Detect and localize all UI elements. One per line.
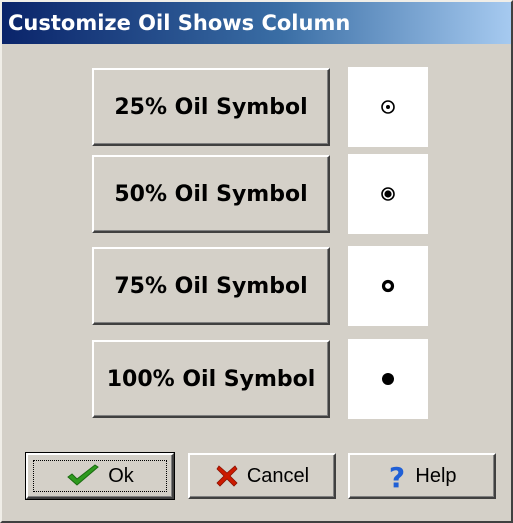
dialog-window: Customize Oil Shows Column 25% Oil Symbo… xyxy=(0,0,513,523)
oil-50-symbol-button[interactable]: 50% Oil Symbol xyxy=(92,155,330,233)
x-icon xyxy=(215,464,239,488)
oil-75-symbol-label: 75% Oil Symbol xyxy=(114,273,308,299)
oil-25-symbol-button[interactable]: 25% Oil Symbol xyxy=(92,68,330,146)
oil-75-symbol-button[interactable]: 75% Oil Symbol xyxy=(92,247,330,325)
dialog-title: Customize Oil Shows Column xyxy=(2,2,511,44)
filled-dot-in-ring-icon xyxy=(381,187,395,201)
ok-button[interactable]: Ok xyxy=(25,452,175,500)
oil-50-symbol-label: 50% Oil Symbol xyxy=(114,181,308,207)
dot-in-ring-icon xyxy=(381,100,395,114)
oil-50-symbol-swatch[interactable] xyxy=(348,154,428,234)
solid-dot-icon xyxy=(382,373,394,385)
question-icon: ? xyxy=(387,462,407,490)
help-label: Help xyxy=(415,464,457,487)
cancel-button[interactable]: Cancel xyxy=(188,453,336,499)
oil-25-symbol-label: 25% Oil Symbol xyxy=(114,94,308,120)
cancel-label: Cancel xyxy=(246,464,310,487)
oil-100-symbol-button[interactable]: 100% Oil Symbol xyxy=(92,340,330,418)
svg-text:?: ? xyxy=(389,462,405,490)
help-button[interactable]: ? Help xyxy=(348,453,496,499)
oil-75-symbol-swatch[interactable] xyxy=(348,246,428,326)
oil-100-symbol-swatch[interactable] xyxy=(348,339,428,419)
oil-25-symbol-swatch[interactable] xyxy=(348,67,428,147)
focus-ring xyxy=(33,460,167,492)
oil-100-symbol-label: 100% Oil Symbol xyxy=(106,366,316,392)
thick-ring-icon xyxy=(381,279,395,293)
